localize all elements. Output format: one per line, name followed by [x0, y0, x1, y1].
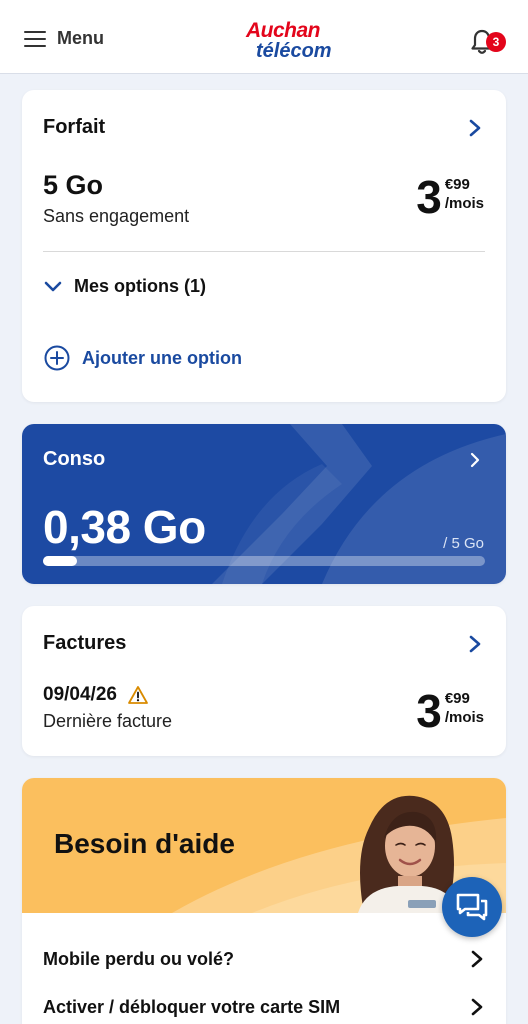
- chevron-down-icon: [44, 281, 62, 291]
- help-banner: Besoin d'aide: [22, 778, 506, 913]
- help-item-label: Mobile perdu ou volé?: [43, 948, 235, 969]
- conso-title: Conso: [43, 448, 106, 470]
- chevron-right-icon[interactable]: [468, 119, 482, 137]
- factures-card[interactable]: Factures 09/04/26 Dernière facture 3 €99…: [22, 606, 506, 756]
- chat-bubbles-icon: [456, 893, 488, 921]
- invoice-price: 3 €99 /mois: [416, 688, 484, 734]
- help-item-lost-phone[interactable]: Mobile perdu ou volé?: [43, 939, 484, 979]
- price-cents: €99: [444, 690, 470, 707]
- data-allowance: / 5 Go: [443, 535, 484, 552]
- price-integer: 3: [416, 685, 442, 737]
- data-usage-progress: [43, 556, 485, 566]
- logo-text-bottom: télécom: [256, 40, 332, 62]
- help-item-activate-sim[interactable]: Activer / débloquer votre carte SIM: [43, 987, 484, 1024]
- chat-button[interactable]: [442, 877, 502, 937]
- chevron-right-icon[interactable]: [468, 451, 482, 469]
- divider: [43, 251, 485, 252]
- price-cents: €99: [444, 176, 470, 193]
- hamburger-icon: [24, 30, 46, 48]
- menu-label: Menu: [57, 28, 104, 48]
- add-option-button[interactable]: Ajouter une option: [44, 345, 242, 371]
- add-option-label: Ajouter une option: [82, 347, 242, 368]
- price-unit: /mois: [444, 709, 484, 726]
- top-bar: Menu Auchan télécom 3: [0, 0, 528, 74]
- logo-text-top: Auchan: [246, 19, 321, 42]
- chevron-right-icon: [471, 950, 483, 968]
- help-title: Besoin d'aide: [54, 828, 235, 859]
- plan-price: 3 €99 /mois: [416, 174, 484, 220]
- factures-title: Factures: [43, 632, 127, 654]
- price-unit: /mois: [444, 195, 484, 212]
- invoice-date: 09/04/26: [43, 684, 117, 705]
- help-item-label: Activer / débloquer votre carte SIM: [43, 996, 341, 1017]
- invoice-label: Dernière facture: [43, 711, 173, 731]
- forfait-title: Forfait: [43, 116, 106, 138]
- plan-name: 5 Go: [43, 170, 104, 200]
- forfait-card[interactable]: Forfait 5 Go Sans engagement 3 €99 /mois…: [22, 90, 506, 402]
- price-integer: 3: [416, 171, 442, 223]
- menu-button[interactable]: Menu: [24, 28, 104, 49]
- my-options-toggle[interactable]: Mes options (1): [44, 276, 206, 297]
- data-used-value: 0,38 Go: [43, 501, 206, 553]
- chevron-right-icon[interactable]: [468, 635, 482, 653]
- my-options-label: Mes options (1): [74, 276, 207, 296]
- chevron-right-icon: [471, 998, 483, 1016]
- plus-circle-icon: [44, 345, 70, 371]
- data-usage-progress-fill: [43, 556, 77, 566]
- plan-commitment: Sans engagement: [43, 206, 190, 226]
- invoice-date-row: 09/04/26: [43, 684, 149, 706]
- conso-card[interactable]: Conso 0,38 Go / 5 Go: [22, 424, 506, 584]
- warning-icon: [128, 686, 148, 704]
- auchan-telecom-logo[interactable]: Auchan télécom: [246, 20, 332, 64]
- notification-badge: 3: [486, 32, 506, 52]
- help-card: Besoin d'aide Mobile perdu ou volé? Acti…: [22, 778, 506, 1024]
